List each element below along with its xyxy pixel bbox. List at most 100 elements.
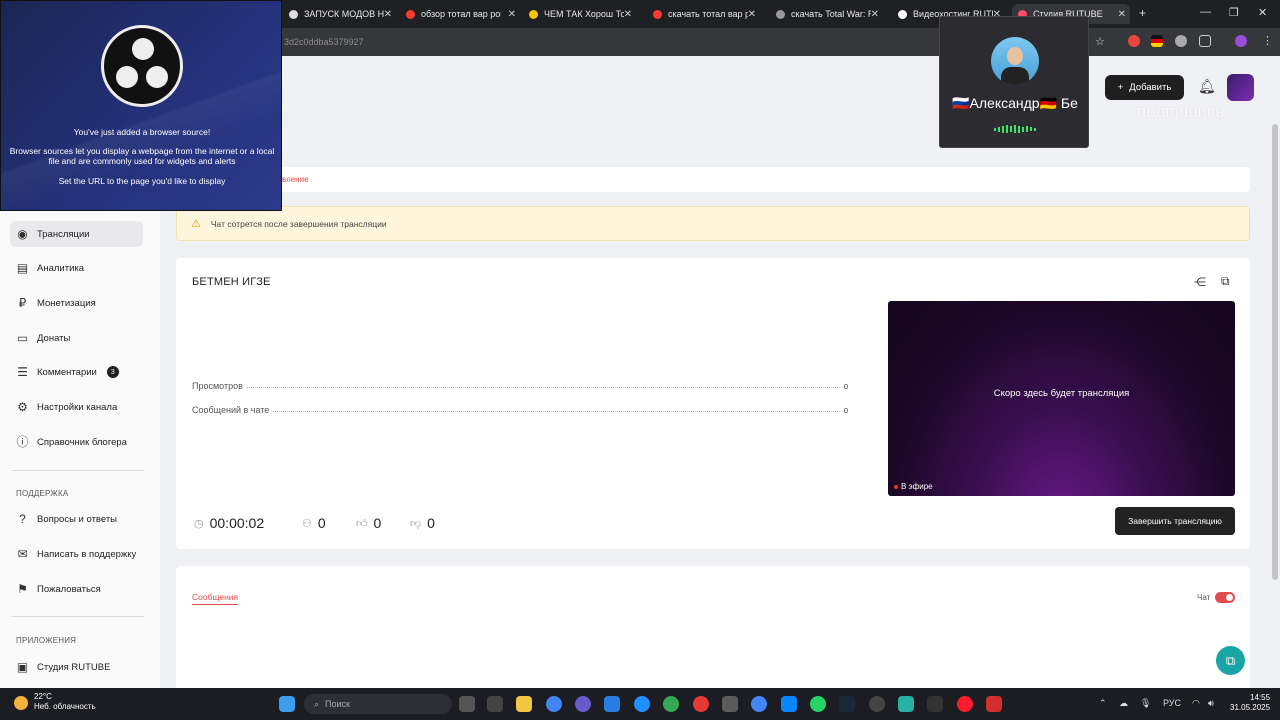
- sidebar-item-faq[interactable]: ? Вопросы и ответы: [10, 506, 143, 532]
- clock-date: 31.05.2025: [1230, 703, 1271, 712]
- chrome-icon[interactable]: [751, 696, 767, 712]
- vpn-icon[interactable]: [898, 696, 914, 712]
- close-tab-icon[interactable]: ✕: [1118, 9, 1126, 20]
- stat-views: Просмотров 0: [192, 379, 848, 391]
- sidebar-item-channel-settings[interactable]: ⚙ Настройки канала: [10, 394, 143, 420]
- chrome-alt-icon[interactable]: [663, 696, 679, 712]
- app-icon[interactable]: [986, 696, 1002, 712]
- yandex-browser-icon[interactable]: [693, 696, 709, 712]
- browser-tab[interactable]: ЗАПУСК МОДОВ НА ✕: [283, 4, 396, 24]
- extensions-puzzle-icon[interactable]: [1199, 35, 1211, 47]
- obs-logo-icon: [101, 25, 183, 107]
- end-stream-button[interactable]: Завершить трансляцию: [1115, 507, 1235, 535]
- tray-chevron-icon[interactable]: ⌃: [1099, 698, 1107, 709]
- close-window-icon[interactable]: ✕: [1258, 6, 1267, 19]
- studio-icon: ▣: [16, 659, 29, 674]
- chat-bubble-icon: ⧉: [1225, 652, 1236, 668]
- help-chat-button[interactable]: ⧉: [1216, 646, 1245, 675]
- info-icon: ⓘ: [16, 434, 29, 449]
- browser-tab[interactable]: скачать Total War: R ✕: [770, 4, 883, 24]
- open-external-icon[interactable]: ⧉: [1221, 274, 1230, 289]
- maximize-icon[interactable]: ❐: [1229, 6, 1239, 19]
- sidebar-item-comments[interactable]: ☰ Комментарии 3: [10, 359, 143, 385]
- weather-widget[interactable]: 22°C Неб. облачность: [34, 692, 96, 712]
- extension-flag-icon[interactable]: [1151, 35, 1163, 47]
- app-icon[interactable]: [604, 696, 620, 712]
- add-button[interactable]: + Добавить: [1105, 75, 1184, 100]
- close-tab-icon[interactable]: ✕: [871, 9, 879, 20]
- tab-link-partial[interactable]: вление: [282, 175, 309, 184]
- stream-title: БЕТМЕН ИГЗЕ: [192, 276, 271, 288]
- microphone-icon[interactable]: 🎙︎: [1140, 698, 1151, 709]
- faded-overlay-caption: подпишись: [1137, 102, 1225, 121]
- chrome-icon[interactable]: [546, 696, 562, 712]
- close-tab-icon[interactable]: ✕: [508, 9, 516, 20]
- app-icon[interactable]: [869, 696, 885, 712]
- app-icon[interactable]: [927, 696, 943, 712]
- url-text[interactable]: 3d2c0ddba5379927: [284, 37, 364, 47]
- close-tab-icon[interactable]: ✕: [624, 9, 632, 20]
- browser-tab[interactable]: обзор тотал вар рома ✕: [400, 4, 520, 24]
- tab-messages[interactable]: Сообщения: [192, 592, 239, 605]
- task-view-icon[interactable]: [459, 696, 475, 712]
- close-tab-icon[interactable]: ✕: [748, 9, 756, 20]
- whatsapp-icon[interactable]: [810, 696, 826, 712]
- browser-menu-icon[interactable]: ⋮: [1262, 34, 1273, 47]
- obs-icon[interactable]: [575, 696, 591, 712]
- browser-tab[interactable]: скачать тотал вар р ✕: [647, 4, 760, 24]
- analytics-icon: ▤: [16, 260, 29, 275]
- steam-icon[interactable]: [839, 696, 855, 712]
- system-clock[interactable]: 14:55 31.05.2025: [1230, 693, 1270, 713]
- sidebar-item-analytics[interactable]: ▤ Аналитика: [10, 255, 143, 281]
- sidebar-item-rutube-studio[interactable]: ▣ Студия RUTUBE: [10, 654, 143, 680]
- share-icon[interactable]: ⋲: [1194, 275, 1206, 289]
- wifi-icon[interactable]: ◠: [1192, 698, 1200, 709]
- stream-likes: 👍︎ 0: [356, 515, 381, 531]
- plus-icon: +: [1117, 82, 1124, 93]
- clock-icon: ◷: [194, 517, 204, 530]
- sidebar-item-monetization[interactable]: ₽ Монетизация: [10, 290, 143, 316]
- sidebar-item-broadcasts[interactable]: ◉ Трансляции: [10, 221, 143, 247]
- dotted-leader: [246, 387, 840, 388]
- question-icon: ?: [19, 511, 26, 526]
- volume-icon[interactable]: 🔊︎: [1208, 698, 1214, 709]
- sidebar-item-report[interactable]: ⚑ Пожаловаться: [10, 576, 143, 602]
- viewer-icon: ⚇: [302, 517, 312, 530]
- extension-icon[interactable]: [1175, 35, 1187, 47]
- language-indicator[interactable]: РУС: [1163, 698, 1181, 708]
- opera-icon[interactable]: [957, 696, 973, 712]
- app-icon[interactable]: [722, 696, 738, 712]
- new-tab-icon[interactable]: +: [1139, 6, 1146, 20]
- calculator-icon[interactable]: [487, 696, 503, 712]
- lightning-app-icon[interactable]: [634, 696, 650, 712]
- scrollbar-thumb[interactable]: [1272, 124, 1278, 580]
- stream-preview-player[interactable]: Скоро здесь будет трансляция В эфире: [888, 301, 1235, 496]
- file-explorer-icon[interactable]: [516, 696, 532, 712]
- thumbs-up-icon: 👍︎: [356, 517, 368, 530]
- taskbar-search[interactable]: ⌕ Поиск: [304, 694, 452, 714]
- bookmark-star-icon[interactable]: ☆: [1095, 35, 1105, 48]
- sidebar-item-blogger-guide[interactable]: ⓘ Справочник блогера: [10, 429, 143, 455]
- tab-favicon-icon: [289, 9, 298, 19]
- audio-waveform-icon: [992, 125, 1038, 133]
- chat-toggle[interactable]: [1215, 592, 1235, 603]
- page-scrollbar[interactable]: [1270, 56, 1280, 688]
- obs-text-line3: Set the URL to the page you'd like to di…: [58, 176, 226, 186]
- sidebar-item-contact-support[interactable]: ✉ Написать в поддержку: [10, 541, 143, 567]
- close-tab-icon[interactable]: ✕: [384, 9, 392, 20]
- tray-cloud-icon[interactable]: ☁: [1119, 698, 1128, 709]
- profile-avatar-icon[interactable]: [1235, 35, 1247, 47]
- extension-icon[interactable]: [1128, 35, 1140, 47]
- clock-time: 14:55: [1250, 693, 1271, 702]
- sidebar-item-donations[interactable]: ▭ Донаты: [10, 325, 143, 351]
- sidebar-item-label: Аналитика: [37, 262, 85, 274]
- user-avatar[interactable]: [1227, 74, 1254, 101]
- minimize-icon[interactable]: —: [1200, 6, 1211, 18]
- notifications-bell-icon[interactable]: 🔔︎: [1198, 78, 1216, 95]
- sidebar-item-label: Справочник блогера: [37, 436, 127, 448]
- windows-start-icon[interactable]: [279, 696, 295, 712]
- windows-taskbar: 22°C Неб. облачность ⌕ Поиск ⌃ ☁ 🎙︎ РУС …: [0, 688, 1280, 720]
- likes-value: 0: [373, 515, 382, 531]
- browser-tab[interactable]: ЧЕМ ТАК Хорош Тот ✕: [523, 4, 636, 24]
- app-icon[interactable]: [781, 696, 797, 712]
